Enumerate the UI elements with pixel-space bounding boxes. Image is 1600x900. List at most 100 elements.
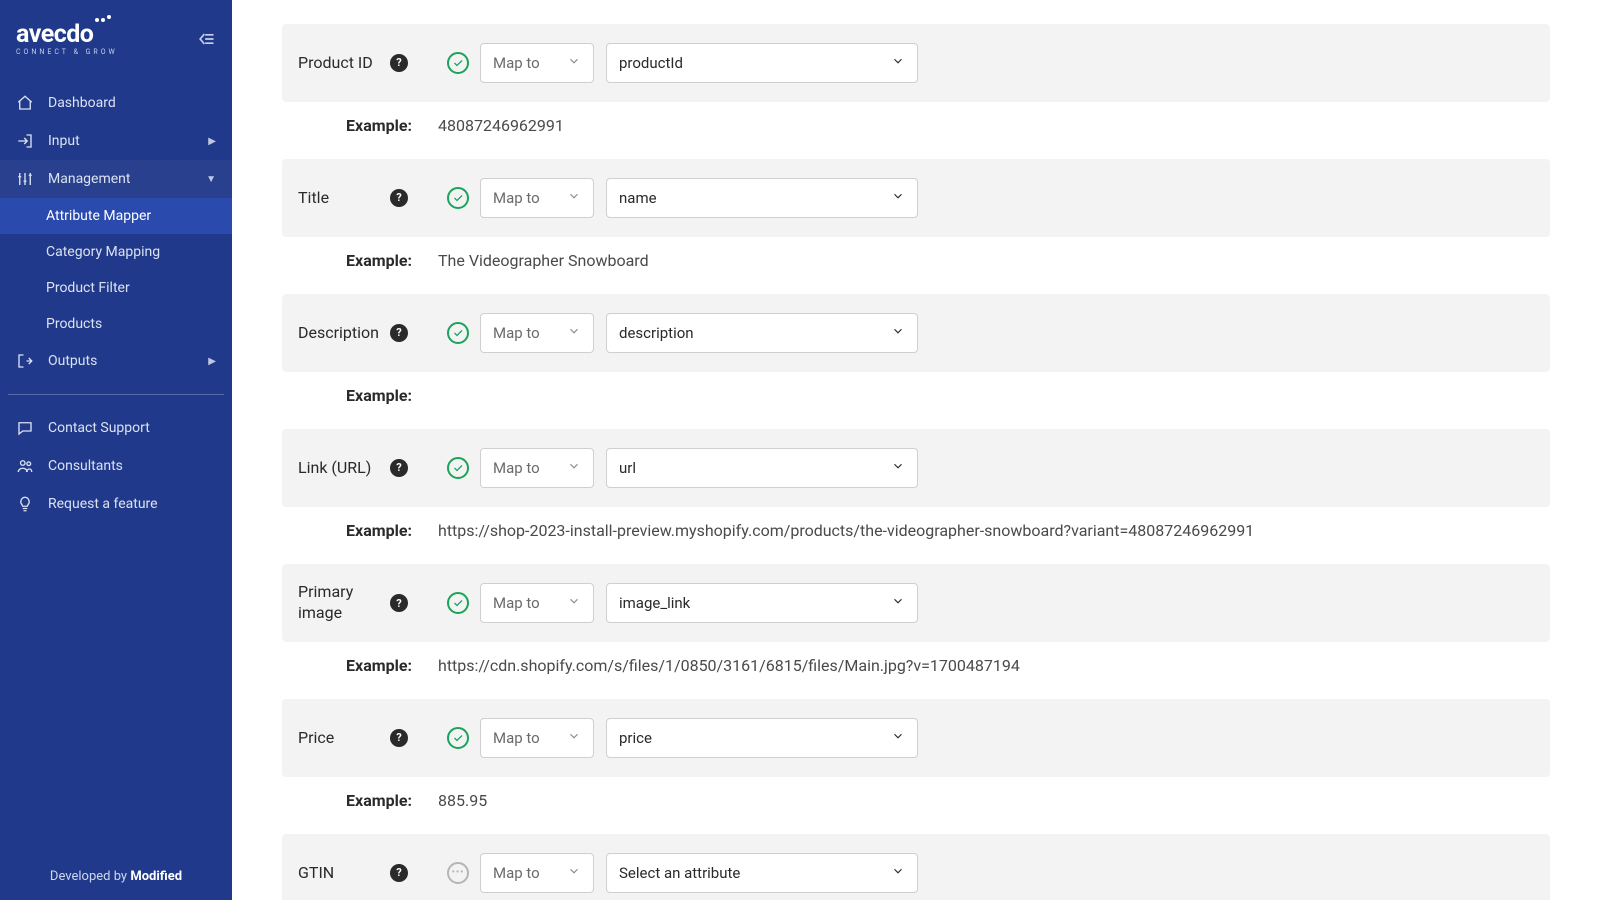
nav-dashboard[interactable]: Dashboard: [0, 84, 232, 122]
brand-tagline: CONNECT & GROW: [16, 49, 118, 56]
mapto-label: Map to: [493, 189, 540, 207]
lightbulb-icon: [16, 495, 34, 513]
field-label: Product ID: [298, 53, 373, 74]
field-label: Price: [298, 728, 334, 749]
subnav-product-filter[interactable]: Product Filter: [0, 270, 232, 306]
status-ok-icon: [447, 52, 469, 74]
nav-consultants[interactable]: Consultants: [0, 447, 232, 485]
help-icon[interactable]: ?: [390, 324, 408, 342]
attribute-select[interactable]: productId: [606, 43, 918, 83]
users-icon: [16, 457, 34, 475]
help-icon[interactable]: ?: [390, 189, 408, 207]
attribute-value: image_link: [619, 594, 690, 612]
subnav-attribute-mapper[interactable]: Attribute Mapper: [0, 198, 232, 234]
example-label: Example:: [282, 386, 412, 405]
mapto-select[interactable]: Map to: [480, 43, 594, 83]
status-ok-icon: [447, 322, 469, 344]
attribute-value: price: [619, 729, 652, 747]
subnav-products-label: Products: [46, 316, 102, 332]
chevron-down-icon: [891, 594, 905, 612]
mapto-select[interactable]: Map to: [480, 853, 594, 893]
brand-dots-icon: [95, 18, 111, 22]
attribute-select[interactable]: url: [606, 448, 918, 488]
field-price: Price ? Map to price Example: 885.95: [282, 699, 1550, 810]
help-icon[interactable]: ?: [390, 459, 408, 477]
nav-management-submenu: Attribute Mapper Category Mapping Produc…: [0, 198, 232, 342]
mapto-label: Map to: [493, 324, 540, 342]
subnav-product-filter-label: Product Filter: [46, 280, 130, 296]
footer-prefix: Developed by: [50, 869, 130, 884]
chevron-down-icon: [567, 324, 581, 342]
brand-logo[interactable]: avecdo CONNECT & GROW: [16, 22, 118, 56]
mapto-select[interactable]: Map to: [480, 178, 594, 218]
attribute-select[interactable]: price: [606, 718, 918, 758]
subnav-products[interactable]: Products: [0, 306, 232, 342]
nav-outputs[interactable]: Outputs ▶: [0, 342, 232, 380]
example-label: Example:: [282, 791, 412, 810]
sidebar-nav: Dashboard Input ▶ Management ▼ Attribute…: [0, 84, 232, 523]
chevron-down-icon: [891, 864, 905, 882]
subnav-category-mapping[interactable]: Category Mapping: [0, 234, 232, 270]
nav-management-label: Management: [48, 171, 130, 187]
mapto-select[interactable]: Map to: [480, 313, 594, 353]
sidebar-collapse-button[interactable]: [196, 29, 216, 49]
attribute-select[interactable]: Select an attribute: [606, 853, 918, 893]
example-value: https://cdn.shopify.com/s/files/1/0850/3…: [438, 656, 1020, 675]
sidebar-footer: Developed by Modified: [0, 853, 232, 900]
field-label: Title: [298, 188, 329, 209]
subnav-attribute-mapper-label: Attribute Mapper: [46, 208, 151, 224]
example-label: Example:: [282, 521, 412, 540]
mapto-select[interactable]: Map to: [480, 718, 594, 758]
nav-request-feature[interactable]: Request a feature: [0, 485, 232, 523]
chevron-right-icon: ▶: [208, 356, 216, 367]
example-label: Example:: [282, 116, 412, 135]
subnav-category-mapping-label: Category Mapping: [46, 244, 160, 260]
chevron-down-icon: [567, 594, 581, 612]
field-primary-image: Primary image ? Map to image_link Exampl…: [282, 564, 1550, 675]
chevron-down-icon: [891, 729, 905, 747]
chevron-down-icon: ▼: [206, 174, 216, 185]
chevron-down-icon: [567, 459, 581, 477]
input-icon: [16, 132, 34, 150]
chevron-down-icon: [567, 864, 581, 882]
status-ok-icon: [447, 187, 469, 209]
nav-management[interactable]: Management ▼: [0, 160, 232, 198]
sliders-icon: [16, 170, 34, 188]
mapto-label: Map to: [493, 864, 540, 882]
chevron-down-icon: [567, 189, 581, 207]
status-pending-icon: •••: [447, 862, 469, 884]
field-product-id: Product ID ? Map to productId Example: 4…: [282, 24, 1550, 135]
help-icon[interactable]: ?: [390, 594, 408, 612]
help-icon[interactable]: ?: [390, 54, 408, 72]
help-icon[interactable]: ?: [390, 729, 408, 747]
chevron-down-icon: [891, 54, 905, 72]
footer-link[interactable]: Modified: [130, 869, 182, 884]
field-description: Description ? Map to description Example…: [282, 294, 1550, 405]
status-ok-icon: [447, 592, 469, 614]
chevron-down-icon: [891, 324, 905, 342]
field-link: Link (URL) ? Map to url Example: https:/…: [282, 429, 1550, 540]
main-content: Product ID ? Map to productId Example: 4…: [232, 0, 1600, 900]
mapto-select[interactable]: Map to: [480, 448, 594, 488]
attribute-select[interactable]: image_link: [606, 583, 918, 623]
mapto-label: Map to: [493, 459, 540, 477]
attribute-value: Select an attribute: [619, 864, 740, 882]
brand-name: avecdo: [16, 22, 93, 47]
help-icon[interactable]: ?: [390, 864, 408, 882]
example-label: Example:: [282, 251, 412, 270]
example-value: The Videographer Snowboard: [438, 251, 649, 270]
nav-consultants-label: Consultants: [48, 458, 123, 474]
attribute-select[interactable]: name: [606, 178, 918, 218]
nav-contact-support[interactable]: Contact Support: [0, 409, 232, 447]
status-ok-icon: [447, 727, 469, 749]
mapto-select[interactable]: Map to: [480, 583, 594, 623]
nav-outputs-label: Outputs: [48, 353, 97, 369]
example-label: Example:: [282, 656, 412, 675]
attribute-value: productId: [619, 54, 683, 72]
attribute-select[interactable]: description: [606, 313, 918, 353]
nav-input[interactable]: Input ▶: [0, 122, 232, 160]
output-icon: [16, 352, 34, 370]
field-label: Link (URL): [298, 458, 371, 479]
sidebar: avecdo CONNECT & GROW Dashboard Input ▶: [0, 0, 232, 900]
example-value: https://shop-2023-install-preview.myshop…: [438, 521, 1254, 540]
